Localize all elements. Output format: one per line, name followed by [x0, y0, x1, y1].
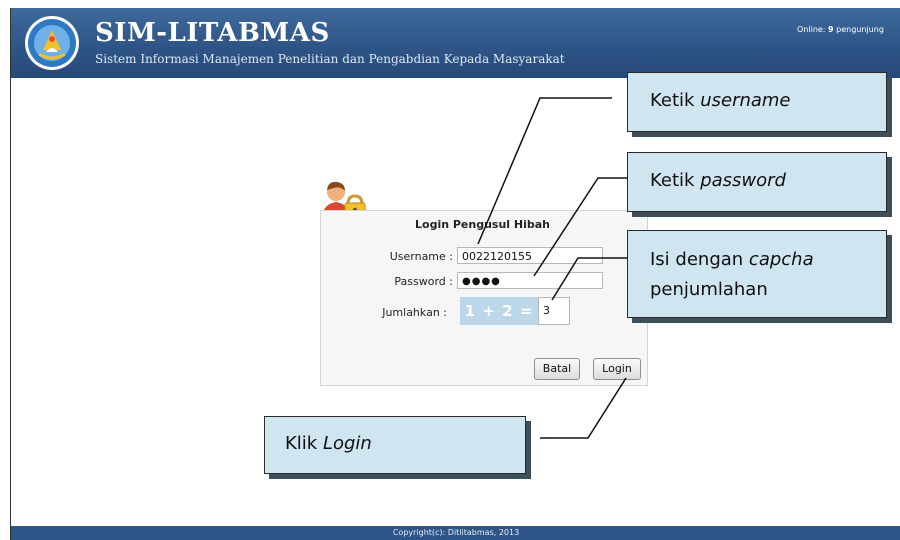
callout-password-em: password [700, 170, 786, 191]
callout-password: Ketik password [627, 152, 887, 212]
callout-username-em: username [700, 90, 791, 111]
callout-login-em: Login [322, 433, 372, 454]
callout-username-prefix: Ketik [650, 90, 695, 111]
app-title: SIM-LITABMAS [95, 18, 330, 48]
callout-captcha: Isi dengan capcha penjumlahan [627, 230, 887, 318]
password-label: Password : [394, 275, 453, 288]
copyright-text: Copyright(c): Ditlitabmas, 2013 [392, 528, 520, 537]
callout-password-prefix: Ketik [650, 170, 695, 191]
online-suffix: pengunjung [836, 25, 884, 34]
site-header: SIM-LITABMAS Sistem Informasi Manajemen … [11, 8, 900, 78]
online-label: Online: [797, 25, 826, 34]
cancel-button[interactable]: Batal [534, 358, 580, 380]
online-count: 9 [828, 25, 834, 34]
captcha-input[interactable]: 3 [538, 297, 570, 325]
callout-captcha-prefix: Isi dengan [650, 249, 744, 270]
callout-login-prefix: Klik [285, 433, 318, 454]
login-panel: Login Pengusul Hibah Username : 00221201… [320, 210, 648, 386]
callout-captcha-line1: Isi dengan capcha [650, 245, 886, 275]
site-footer: Copyright(c): Ditlitabmas, 2013 [11, 526, 900, 540]
callout-login: Klik Login [264, 416, 526, 474]
password-input[interactable]: ●●●● [457, 272, 603, 289]
app-subtitle: Sistem Informasi Manajemen Penelitian da… [95, 52, 565, 66]
captcha-image: 1 + 2 = [460, 297, 538, 325]
captcha-label: Jumlahkan : [382, 306, 447, 319]
tut-wuri-logo-icon [25, 16, 79, 70]
online-visitors: Online: 9 pengunjung [797, 25, 884, 34]
callout-captcha-em: capcha [748, 249, 814, 270]
username-input[interactable]: 0022120155 [457, 247, 603, 264]
username-label: Username : [389, 250, 453, 263]
callout-username: Ketik username [627, 72, 887, 132]
login-title: Login Pengusul Hibah [415, 218, 551, 231]
callout-captcha-line2: penjumlahan [650, 279, 768, 300]
login-button[interactable]: Login [593, 358, 641, 380]
